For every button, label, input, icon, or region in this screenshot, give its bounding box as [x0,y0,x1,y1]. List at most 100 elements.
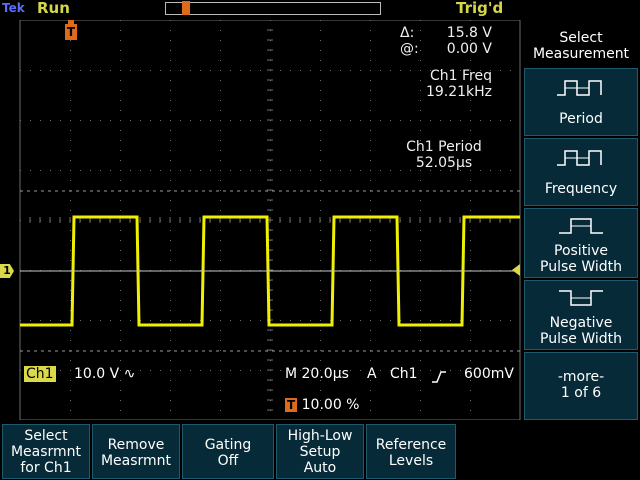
grid-dot [170,340,171,341]
grid-dot [320,320,321,321]
trigger-point-icon: T [65,24,77,40]
grid-dot [320,310,321,311]
grid-dot [470,410,471,411]
gating-button[interactable]: Gating Off [182,424,274,479]
frequency-button[interactable]: Frequency [524,138,638,206]
grid-dot [70,170,71,171]
grid-dot [120,170,121,171]
grid-dot [370,90,371,91]
grid-dot [350,320,351,321]
grid-dot [220,180,221,181]
grid-dot [70,40,71,41]
grid-dot [310,120,311,121]
period-button[interactable]: Period [524,68,638,136]
grid-dot [40,320,41,321]
grid-dot [420,290,421,291]
positive-pulse-width-button[interactable]: Positive Pulse Width [524,208,638,278]
grid-dot [160,320,161,321]
timebase-value[interactable]: M 20.0µs [285,366,349,382]
grid-dot [370,110,371,111]
remove-measurement-button[interactable]: Remove Measrmnt [92,424,180,479]
grid-dot [100,120,101,121]
trigger-arrow-icon [68,20,74,24]
select-measurement-for-ch1-button[interactable]: Select Measrmnt for Ch1 [2,424,90,479]
grid-dot [450,120,451,121]
grid-dot [350,70,351,71]
channel-status[interactable]: Ch1 10.0 V ∿ [24,366,135,382]
grid-dot [470,360,471,361]
trigger-position-status: T 10.00 % [285,397,359,413]
grid-dot [260,170,261,171]
freq-value: 19.21kHz [425,84,492,100]
grid-dot [470,390,471,391]
grid-dot [220,70,221,71]
grid-dot [320,40,321,41]
grid-dot [120,60,121,61]
grid-dot [300,120,301,121]
grid-dot [500,170,501,171]
grid-dot [410,120,411,121]
grid-dot [190,70,191,71]
grid-dot [370,210,371,211]
grid-dot [230,170,231,171]
grid-dot [30,120,31,121]
grid-dot [370,310,371,311]
grid-dot [420,50,421,51]
grid-dot [180,170,181,171]
grid-dot [280,370,281,371]
frequency-waveform-icon [557,150,602,166]
grid-dot [380,370,381,371]
grid-dot [70,180,71,181]
grid-dot [120,200,121,201]
grid-dot [320,280,321,281]
cursor-at-value: 0.00 V [446,41,492,57]
grid-dot [40,120,41,121]
grid-dot [120,300,121,301]
grid-dot [50,170,51,171]
grid-dot [240,120,241,121]
reference-levels-button[interactable]: Reference Levels [366,424,456,479]
grid-dot [170,180,171,181]
grid-dot [240,170,241,171]
more-button[interactable]: -more- 1 of 6 [524,352,638,420]
grid-dot [370,180,371,181]
grid-dot [160,120,161,121]
grid-dot [430,320,431,321]
negative-pulse-width-button[interactable]: Negative Pulse Width [524,280,638,350]
grid-dot [220,360,221,361]
grid-dot [70,300,71,301]
grid-dot [170,320,171,321]
grid-dot [190,320,191,321]
side-menu-title: Select Measurement [524,22,638,66]
grid-dot [320,360,321,361]
grid-dot [130,120,131,121]
grid-dot [170,400,171,401]
record-view-bar[interactable] [165,1,381,15]
grid-dot [220,90,221,91]
grid-dot [220,330,221,331]
grid-dot [510,120,511,121]
grid-dot [300,70,301,71]
grid-dot [320,50,321,51]
grid-dot [120,260,121,261]
grid-dot [70,70,71,71]
cursor-delta-value: 15.8 V [446,25,492,41]
grid-dot [260,370,261,371]
grid-dot [390,70,391,71]
trigger-level-value: 600mV [464,366,514,382]
grid-dot [470,290,471,291]
grid-dot [320,250,321,251]
grid-dot [380,170,381,171]
high-low-setup-button[interactable]: High-Low Setup Auto [276,424,364,479]
grid-dot [120,120,121,121]
grid-dot [190,170,191,171]
grid-dot [250,170,251,171]
grid-dot [370,410,371,411]
grid-dot [120,70,121,71]
grid-dot [370,140,371,141]
grid-dot [290,170,291,171]
grid-dot [120,210,121,211]
grid-dot [420,20,421,21]
grid-dot [180,120,181,121]
grid-dot [90,120,91,121]
